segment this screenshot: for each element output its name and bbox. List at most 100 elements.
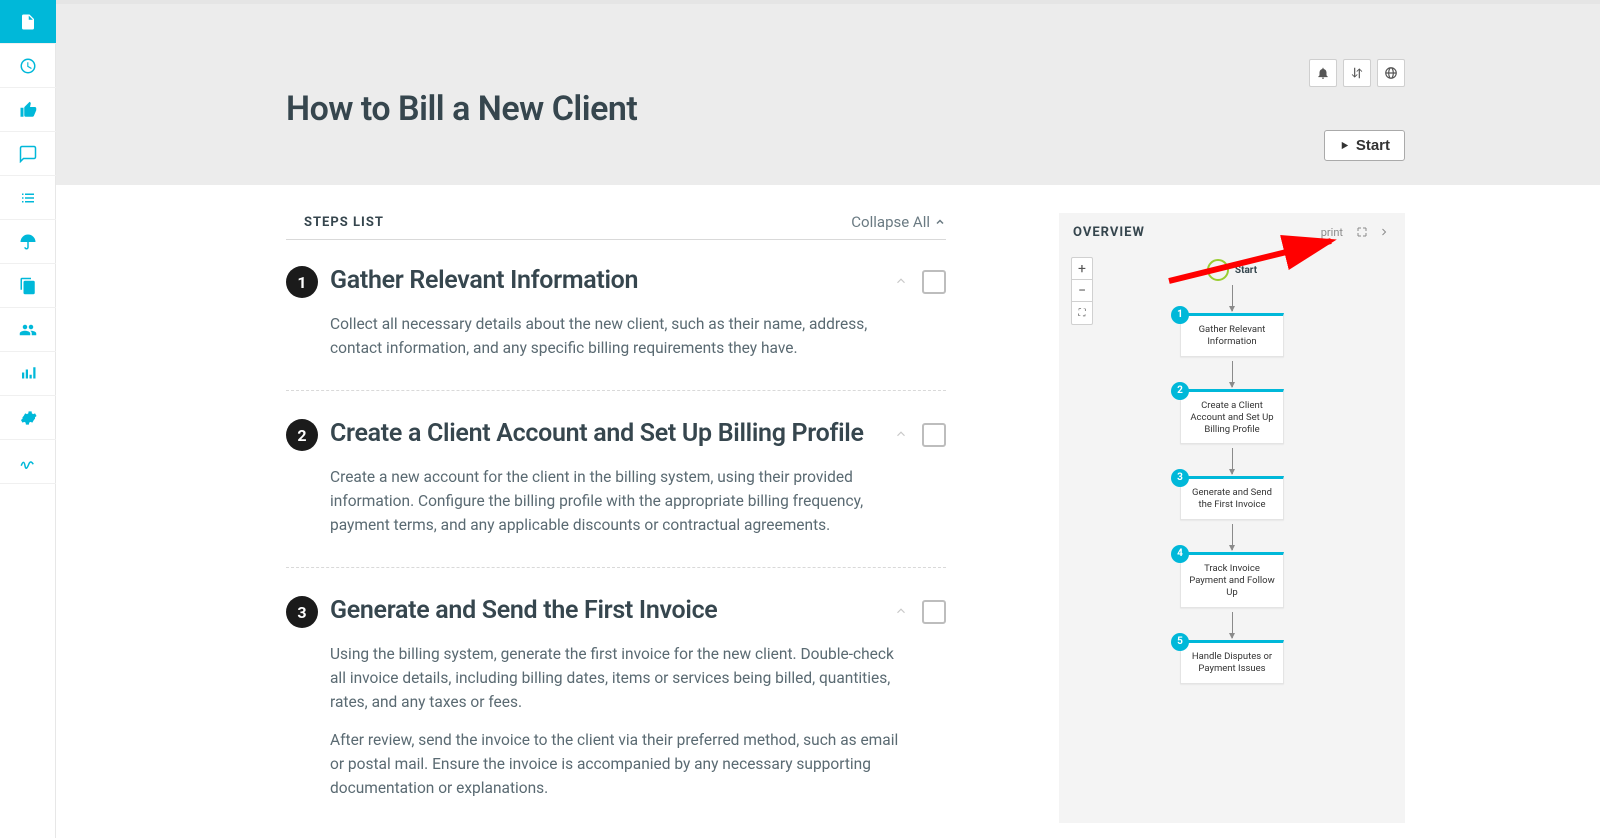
flow-node-number: 1: [1171, 306, 1189, 324]
page-title: How to Bill a New Client: [286, 89, 637, 129]
flow-node-number: 5: [1171, 633, 1189, 651]
left-nav-rail: [0, 0, 56, 838]
step-body: Using the billing system, generate the f…: [330, 642, 910, 800]
flow-node-label: Gather Relevant Information: [1199, 324, 1266, 347]
step-paragraph: After review, send the invoice to the cl…: [330, 728, 910, 800]
flow-node-label: Track Invoice Payment and Follow Up: [1189, 563, 1275, 598]
sidebar-item-stats[interactable]: [0, 352, 56, 396]
flow-connector: [1232, 285, 1233, 311]
step-title: Gather Relevant Information: [330, 266, 884, 296]
step-item: 2 Create a Client Account and Set Up Bil…: [286, 409, 946, 568]
sidebar-item-copy[interactable]: [0, 264, 56, 308]
chevron-up-icon: [934, 216, 946, 228]
list-icon: [19, 189, 37, 207]
users-icon: [19, 321, 37, 339]
step-item: 3 Generate and Send the First Invoice Us…: [286, 586, 946, 830]
notifications-button[interactable]: [1309, 59, 1337, 87]
flow-node-number: 3: [1171, 469, 1189, 487]
flow-node-label: Create a Client Account and Set Up Billi…: [1190, 400, 1273, 435]
chevron-right-icon: [1378, 226, 1390, 238]
step-title: Create a Client Account and Set Up Billi…: [330, 419, 884, 449]
flow-node[interactable]: 2Create a Client Account and Set Up Bill…: [1180, 389, 1284, 445]
step-collapse-toggle[interactable]: [894, 603, 908, 622]
header-actions: [1309, 59, 1405, 87]
flow-node[interactable]: 3Generate and Send the First Invoice: [1180, 476, 1284, 520]
steps-header: STEPS LIST Collapse All: [286, 213, 946, 240]
stats-icon: [19, 365, 37, 383]
expand-icon: [1356, 226, 1368, 238]
sidebar-item-umbrella[interactable]: [0, 220, 56, 264]
print-button[interactable]: print: [1321, 226, 1343, 239]
flow-start-label: Start: [1235, 265, 1257, 276]
step-paragraph: Collect all necessary details about the …: [330, 312, 910, 360]
sidebar-item-users[interactable]: [0, 308, 56, 352]
play-icon: [1339, 140, 1350, 151]
globe-button[interactable]: [1377, 59, 1405, 87]
start-button[interactable]: Start: [1324, 130, 1405, 161]
steps-column: STEPS LIST Collapse All 1 Gather Relevan…: [56, 185, 1045, 838]
sidebar-item-list[interactable]: [0, 176, 56, 220]
flow-connector: [1232, 612, 1233, 638]
clock-icon: [19, 57, 37, 75]
sort-button[interactable]: [1343, 59, 1371, 87]
step-title: Generate and Send the First Invoice: [330, 596, 884, 626]
sidebar-item-signature[interactable]: [0, 440, 56, 484]
copy-icon: [19, 277, 37, 295]
sidebar-item-chat[interactable]: [0, 132, 56, 176]
collapse-all-label: Collapse All: [851, 213, 930, 231]
sort-icon: [1350, 66, 1364, 80]
steps-heading: STEPS LIST: [286, 215, 384, 230]
start-circle-icon: [1207, 259, 1229, 281]
step-number-badge: 1: [286, 266, 318, 298]
overview-canvas: + − ⛶ Start 1Gather Relevant Information…: [1065, 251, 1399, 817]
step-body: Collect all necessary details about the …: [330, 312, 910, 360]
step-paragraph: Create a new account for the client in t…: [330, 465, 910, 537]
document-icon: [19, 13, 37, 31]
flow-node[interactable]: 5Handle Disputes or Payment Issues: [1180, 640, 1284, 684]
collapse-all-button[interactable]: Collapse All: [851, 213, 946, 231]
overview-panel: OVERVIEW print + − ⛶ Start 1Gather Relev…: [1059, 213, 1405, 823]
overview-heading: OVERVIEW: [1073, 225, 1145, 240]
sidebar-item-document[interactable]: [0, 0, 56, 44]
flow-node-number: 2: [1171, 382, 1189, 400]
step-collapse-toggle[interactable]: [894, 273, 908, 292]
flow-connector: [1232, 361, 1233, 387]
chevron-up-icon: [894, 427, 908, 441]
sidebar-item-clock[interactable]: [0, 44, 56, 88]
flow-node-label: Handle Disputes or Payment Issues: [1192, 651, 1272, 674]
overview-next-button[interactable]: [1373, 221, 1395, 243]
main-area: STEPS LIST Collapse All 1 Gather Relevan…: [56, 185, 1600, 838]
step-number-badge: 3: [286, 596, 318, 628]
flow-diagram: Start 1Gather Relevant Information 2Crea…: [1065, 259, 1399, 684]
globe-icon: [1384, 66, 1398, 80]
thumbs-up-icon: [19, 101, 37, 119]
overview-header: OVERVIEW print: [1059, 213, 1405, 251]
step-number-badge: 2: [286, 419, 318, 451]
step-collapse-toggle[interactable]: [894, 426, 908, 445]
gear-icon: [19, 409, 37, 427]
flow-connector: [1232, 448, 1233, 474]
chevron-up-icon: [894, 604, 908, 618]
flow-connector: [1232, 524, 1233, 550]
chevron-up-icon: [894, 274, 908, 288]
page-header: How to Bill a New Client Start: [56, 0, 1600, 185]
sidebar-item-gear[interactable]: [0, 396, 56, 440]
sidebar-item-thumbs-up[interactable]: [0, 88, 56, 132]
chat-icon: [19, 145, 37, 163]
flow-node-label: Generate and Send the First Invoice: [1192, 487, 1272, 510]
step-checkbox[interactable]: [922, 423, 946, 447]
step-body: Create a new account for the client in t…: [330, 465, 910, 537]
flow-node[interactable]: 1Gather Relevant Information: [1180, 313, 1284, 357]
flow-start[interactable]: Start: [1207, 259, 1257, 281]
umbrella-icon: [19, 233, 37, 251]
step-item: 1 Gather Relevant Information Collect al…: [286, 256, 946, 391]
expand-button[interactable]: [1351, 221, 1373, 243]
flow-node[interactable]: 4Track Invoice Payment and Follow Up: [1180, 552, 1284, 608]
flow-node-number: 4: [1171, 545, 1189, 563]
step-paragraph: Using the billing system, generate the f…: [330, 642, 910, 714]
step-checkbox[interactable]: [922, 270, 946, 294]
bell-icon: [1316, 66, 1330, 80]
start-button-label: Start: [1356, 137, 1390, 154]
signature-icon: [19, 453, 37, 471]
step-checkbox[interactable]: [922, 600, 946, 624]
